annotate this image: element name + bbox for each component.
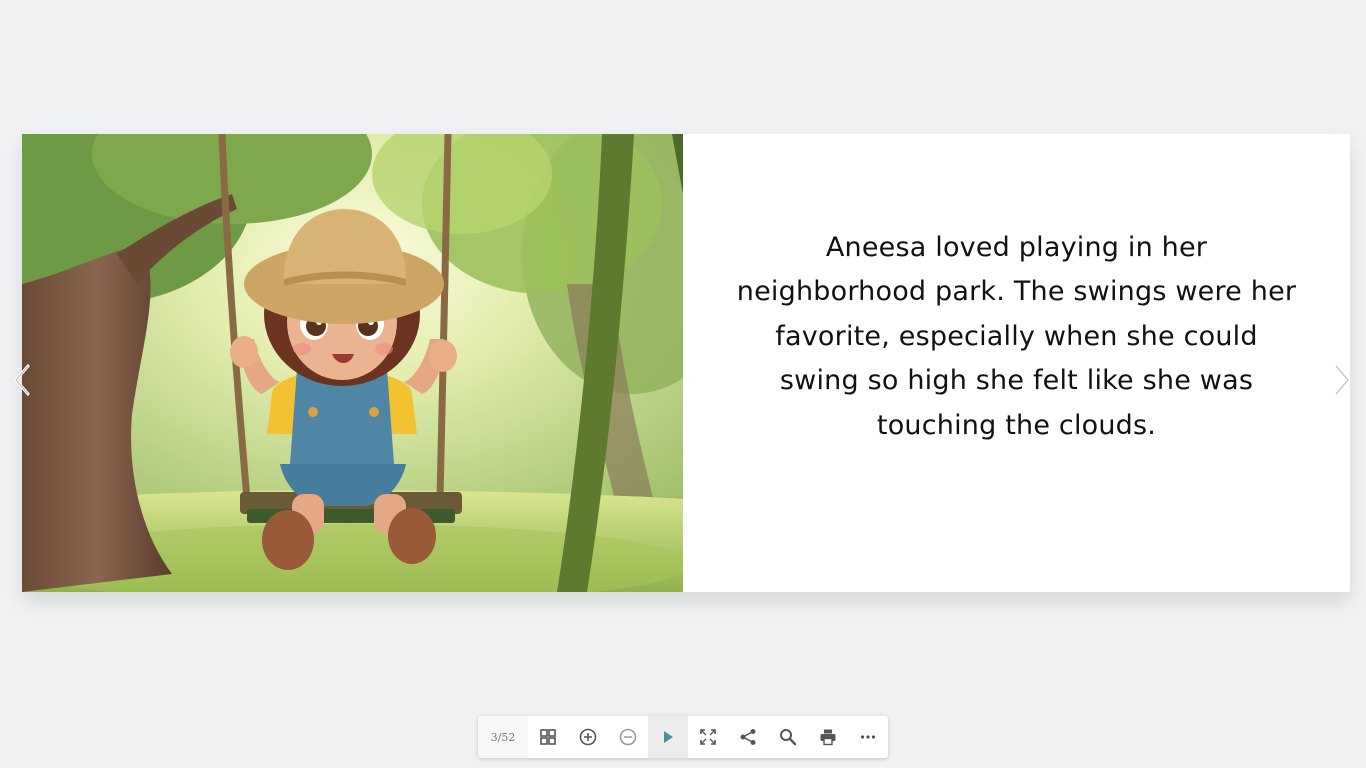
- zoom-out-icon: [619, 728, 637, 746]
- grid-icon: [540, 729, 556, 745]
- thumbnails-button[interactable]: [528, 716, 568, 758]
- fullscreen-button[interactable]: [688, 716, 728, 758]
- chevron-right-icon: [1334, 364, 1350, 396]
- viewer-toolbar: 3/52: [478, 716, 888, 758]
- prev-page-button[interactable]: [10, 362, 34, 398]
- zoom-out-button[interactable]: [608, 716, 648, 758]
- zoom-in-icon: [579, 728, 597, 746]
- page-counter: 3/52: [478, 716, 528, 758]
- fullscreen-icon: [700, 729, 716, 745]
- flipbook-viewer: Aneesa loved playing in her neighborhood…: [0, 0, 1366, 768]
- search-button[interactable]: [768, 716, 808, 758]
- search-icon: [780, 729, 797, 746]
- book-spread: Aneesa loved playing in her neighborhood…: [22, 134, 1350, 592]
- text-page: Aneesa loved playing in her neighborhood…: [683, 134, 1350, 592]
- more-options-button[interactable]: [848, 716, 888, 758]
- chevron-left-icon: [14, 364, 30, 396]
- illustration-page: [22, 134, 683, 592]
- more-icon: [860, 735, 876, 739]
- print-icon: [820, 729, 836, 746]
- share-icon: [740, 729, 756, 745]
- girl-on-swing-illustration: [22, 134, 683, 592]
- autoplay-button[interactable]: [648, 716, 688, 758]
- zoom-in-button[interactable]: [568, 716, 608, 758]
- next-page-button[interactable]: [1330, 362, 1354, 398]
- share-button[interactable]: [728, 716, 768, 758]
- print-button[interactable]: [808, 716, 848, 758]
- play-icon: [664, 731, 673, 743]
- story-text: Aneesa loved playing in her neighborhood…: [736, 231, 1297, 441]
